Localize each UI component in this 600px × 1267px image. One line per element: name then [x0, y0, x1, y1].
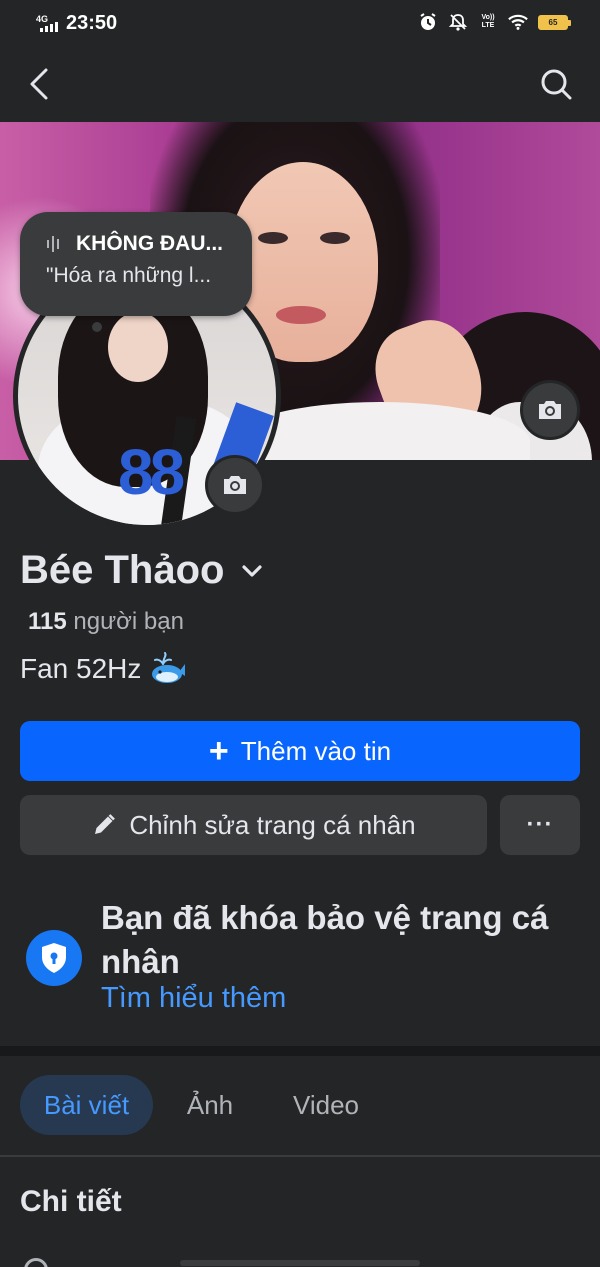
edit-cover-button[interactable] [520, 380, 580, 440]
music-wave-icon [47, 236, 59, 252]
tab-videos[interactable]: Video [276, 1075, 376, 1135]
bio-text: Fan 52Hz [20, 653, 142, 684]
tab-posts[interactable]: Bài viết [20, 1075, 153, 1135]
wifi-icon [508, 12, 528, 32]
tab-posts-label: Bài viết [43, 1089, 130, 1120]
friends-number: 115 [28, 608, 67, 635]
profile-bio: Fan 52Hz [20, 652, 187, 686]
battery-level: 65 [548, 17, 558, 27]
shield-lock-icon [42, 943, 66, 973]
status-bar: 4G 23:50 Vo)) LTE 65 [0, 0, 600, 46]
tab-videos-label: Video [292, 1089, 360, 1120]
add-to-story-label: Thêm vào tin [240, 735, 392, 766]
add-to-story-button[interactable]: + Thêm vào tin [20, 721, 580, 781]
more-options-button[interactable]: ··· [500, 795, 580, 855]
alarm-icon [418, 12, 438, 32]
chevron-left-icon [30, 68, 48, 100]
whale-emoji-icon [152, 652, 186, 683]
edit-profile-button[interactable]: Chỉnh sửa trang cá nhân [20, 795, 487, 855]
tabs-divider [0, 1155, 600, 1157]
signal-icon: 4G [36, 14, 62, 34]
detail-item-icon [24, 1258, 48, 1267]
profile-name: Bée Thảoo [20, 548, 225, 592]
note-tail [92, 322, 102, 332]
camera-icon [539, 401, 561, 419]
profile-name-row[interactable]: Bée Thảoo [20, 548, 266, 593]
friends-count[interactable]: 115 người bạn [28, 608, 184, 636]
friends-label: người bạn [73, 608, 184, 635]
tab-photos-label: Ảnh [186, 1089, 234, 1120]
edit-avatar-button[interactable] [205, 455, 265, 515]
pencil-icon [95, 814, 116, 834]
top-nav [0, 46, 600, 122]
back-button[interactable] [20, 64, 60, 104]
tab-photos[interactable]: Ảnh [170, 1075, 250, 1135]
detail-item-placeholder [180, 1260, 420, 1266]
note-lyric: "Hóa ra những l... [46, 264, 212, 287]
section-divider [0, 1046, 600, 1056]
volte-icon: Vo)) LTE [481, 14, 495, 29]
search-icon [541, 69, 572, 100]
edit-profile-label: Chỉnh sửa trang cá nhân [129, 809, 416, 840]
search-button[interactable] [536, 64, 576, 104]
learn-more-link[interactable]: Tìm hiểu thêm [101, 982, 286, 1015]
note-song-title: KHÔNG ĐAU... [76, 232, 223, 255]
camera-icon [224, 476, 246, 494]
status-time: 23:50 [66, 12, 118, 34]
profile-lock-icon [26, 930, 82, 986]
details-heading: Chi tiết [20, 1185, 122, 1218]
muted-bell-icon [448, 12, 468, 32]
more-icon: ··· [526, 811, 554, 838]
battery-icon: 65 [538, 14, 571, 30]
plus-icon: + [208, 732, 229, 770]
profile-note-bubble[interactable]: KHÔNG ĐAU... "Hóa ra những l... [20, 212, 252, 316]
chevron-down-icon[interactable] [238, 557, 266, 585]
profile-lock-title: Bạn đã khóa bảo vệ trang cá nhân [101, 899, 549, 980]
